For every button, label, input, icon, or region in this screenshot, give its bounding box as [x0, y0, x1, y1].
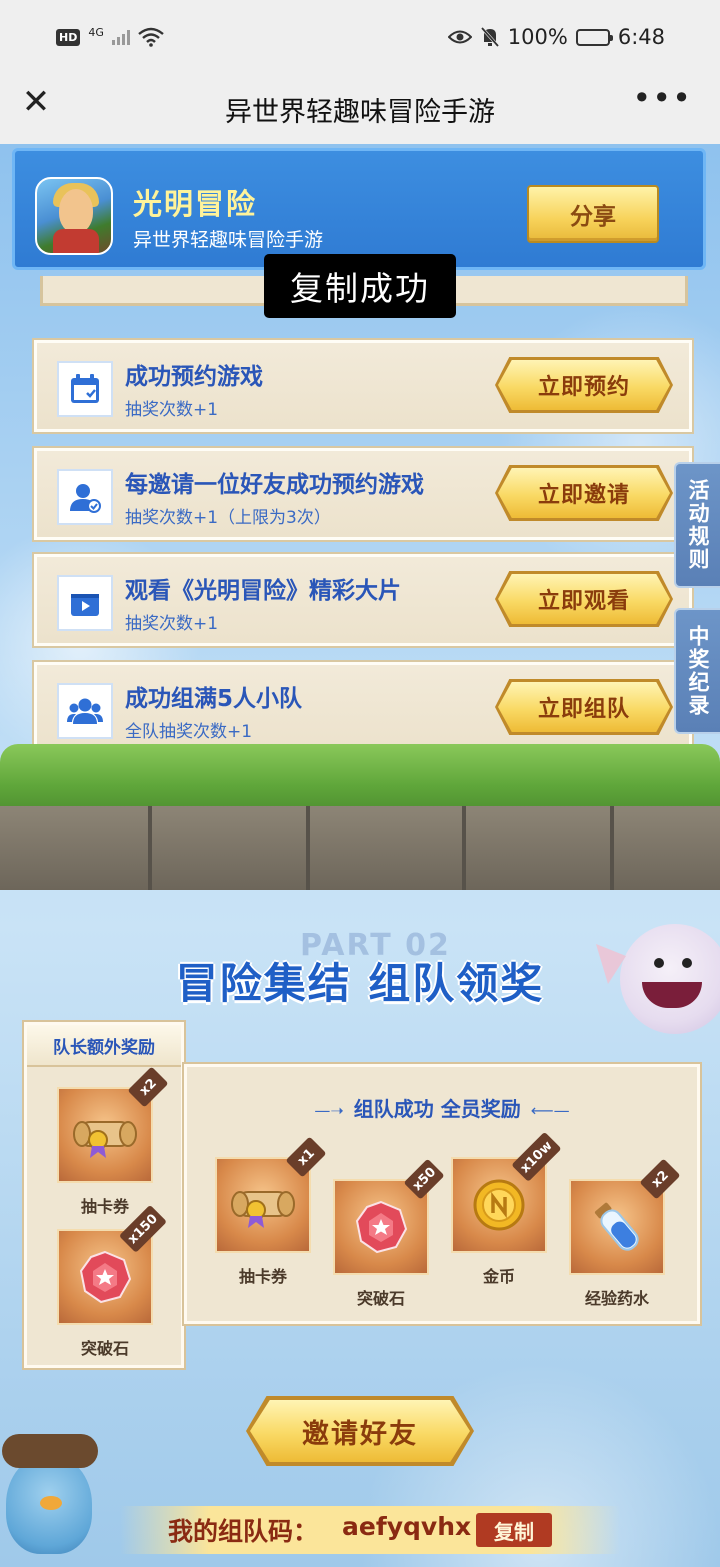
invite-friends-button[interactable]: 邀请好友	[246, 1396, 474, 1466]
hd-badge: HD	[56, 28, 81, 46]
reward-name: 抽卡券	[238, 1267, 287, 1286]
button-label: 立即预约	[498, 360, 670, 410]
copy-code-button[interactable]: 复制	[476, 1513, 552, 1547]
task-subtitle: 抽奖次数+1（上限为3次）	[125, 508, 331, 528]
reward-quantity: x10w	[510, 1132, 561, 1182]
nav-bar: ✕ 异世界轻趣味冒险手游 •••	[0, 74, 720, 144]
reward-quantity: x2	[639, 1158, 681, 1200]
close-icon[interactable]: ✕	[20, 85, 52, 119]
reward-item: x150 突破石	[57, 1205, 168, 1359]
reserve-now-button[interactable]: 立即预约	[495, 357, 673, 413]
watch-now-button[interactable]: 立即观看	[495, 571, 673, 627]
reward-quantity: x50	[403, 1158, 445, 1200]
reward-quantity: x1	[285, 1136, 327, 1178]
team-up-now-button[interactable]: 立即组队	[495, 679, 673, 735]
reward-name: 突破石	[356, 1289, 405, 1308]
battery-icon	[575, 28, 613, 46]
reward-item: x10w 金币	[451, 1132, 561, 1287]
grass-ground	[0, 744, 720, 894]
reward-name: 突破石	[80, 1339, 129, 1358]
video-icon	[57, 575, 113, 631]
more-menu-icon[interactable]: •••	[632, 82, 692, 114]
reward-item: x50 突破石	[333, 1158, 445, 1309]
reward-name: 抽卡券	[80, 1197, 129, 1216]
task-team: 成功组满5人小队 全队抽奖次数+1 立即组队	[34, 662, 692, 754]
task-title: 每邀请一位好友成功预约游戏	[125, 472, 424, 498]
status-bar: HD 4G 100% 6:48	[0, 0, 720, 74]
invite-user-icon	[57, 469, 113, 525]
gem-icon: x50	[333, 1158, 445, 1275]
page-title: 异世界轻趣味冒险手游	[225, 96, 495, 128]
scroll-icon: x2	[57, 1066, 169, 1183]
share-card: 光明冒险 异世界轻趣味冒险手游 分享	[12, 148, 706, 270]
reward-item: x2 经验药水	[569, 1158, 681, 1309]
team-code-label: 我的组队码：	[168, 1517, 319, 1546]
team-code-bar: 我的组队码： aefyqvhx 复制	[120, 1506, 620, 1554]
pilot-mascot	[0, 1414, 110, 1567]
team-icon	[57, 683, 113, 739]
task-reserve: 成功预约游戏 抽奖次数+1 立即预约	[34, 340, 692, 432]
activity-page: 光明冒险 异世界轻趣味冒险手游 分享 复制成功 成功预约游戏 抽奖次数+1 立即…	[0, 144, 720, 1567]
task-title: 观看《光明冒险》精彩大片	[125, 578, 401, 604]
task-title: 成功组满5人小队	[125, 686, 303, 712]
copy-success-toast: 复制成功	[264, 254, 456, 318]
reward-item: x1 抽卡券	[215, 1136, 327, 1287]
reward-name: 经验药水	[584, 1289, 649, 1308]
left-arrow-icon: —➝	[314, 1101, 344, 1120]
coin-icon: x10w	[451, 1132, 561, 1253]
reward-quantity: x2	[127, 1066, 169, 1108]
share-button[interactable]: 分享	[527, 185, 659, 243]
team-rewards-header: —➝ 组队成功 全员奖励 ⟵—	[187, 1093, 697, 1122]
team-code-value: aefyqvhx	[342, 1512, 472, 1541]
potion-icon: x2	[569, 1158, 681, 1275]
invite-now-button[interactable]: 立即邀请	[495, 465, 673, 521]
button-label: 邀请好友	[250, 1400, 470, 1462]
signal-icon	[111, 29, 130, 45]
app-name: 光明冒险	[133, 187, 258, 221]
team-rewards-title: 组队成功 全员奖励	[353, 1097, 521, 1121]
eye-icon	[447, 30, 472, 44]
task-subtitle: 抽奖次数+1	[125, 614, 219, 634]
leader-rewards-panel: 队长额外奖励 x2 抽卡券 x150 突破石	[24, 1022, 184, 1368]
button-label: 立即组队	[498, 682, 670, 732]
monster-mascot	[596, 924, 720, 1034]
calendar-icon	[57, 361, 113, 417]
task-subtitle: 全队抽奖次数+1	[125, 722, 253, 742]
gem-icon: x150	[57, 1205, 168, 1325]
leader-rewards-title: 队长额外奖励	[27, 1025, 181, 1067]
reward-item: x2 抽卡券	[57, 1066, 169, 1217]
button-label: 立即邀请	[498, 468, 670, 518]
app-icon	[35, 177, 113, 255]
task-subtitle: 抽奖次数+1	[125, 400, 219, 420]
right-arrow-icon: ⟵—	[530, 1101, 570, 1120]
win-records-tab[interactable]: 中奖纪录	[674, 608, 720, 734]
app-subtitle: 异世界轻趣味冒险手游	[133, 229, 324, 251]
task-invite: 每邀请一位好友成功预约游戏 抽奖次数+1（上限为3次） 立即邀请	[34, 448, 692, 540]
reward-name: 金币	[482, 1267, 515, 1286]
task-watch: 观看《光明冒险》精彩大片 抽奖次数+1 立即观看	[34, 554, 692, 646]
battery-percent: 100%	[507, 25, 568, 49]
task-title: 成功预约游戏	[125, 364, 263, 390]
clock: 6:48	[617, 25, 665, 49]
scroll-icon: x1	[215, 1136, 327, 1253]
button-label: 立即观看	[498, 574, 670, 624]
status-left: HD 4G	[56, 25, 164, 47]
network-type: 4G	[88, 25, 104, 39]
status-right: 100% 6:48	[447, 25, 665, 49]
mute-bell-icon	[480, 27, 499, 47]
wifi-icon	[138, 27, 164, 47]
activity-rules-tab[interactable]: 活动规则	[674, 462, 720, 588]
team-rewards-panel: —➝ 组队成功 全员奖励 ⟵— x1 抽卡券 x50 突破石 x10w 金币 x…	[184, 1064, 700, 1324]
